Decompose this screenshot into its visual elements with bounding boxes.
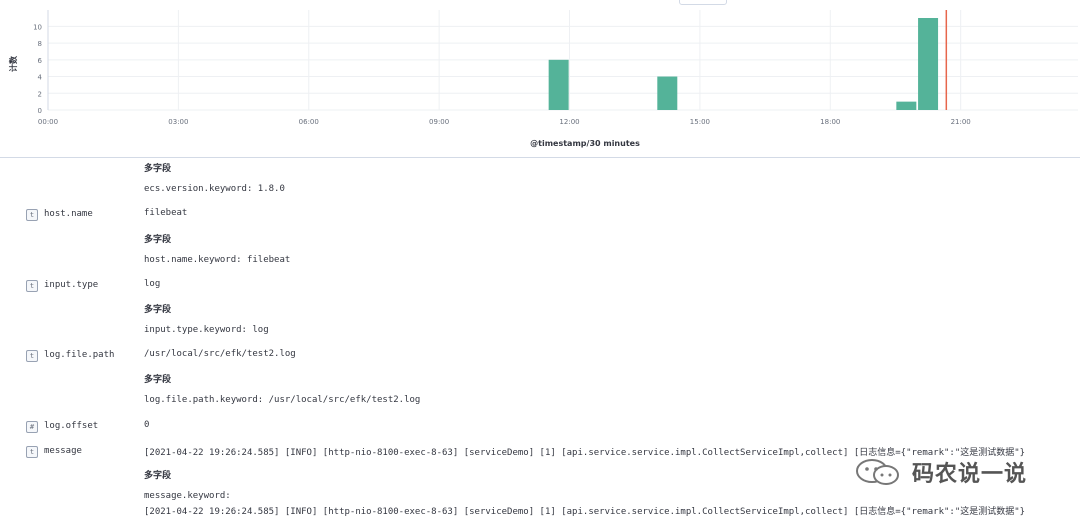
x-tick-label: 12:00 (559, 118, 579, 126)
number-type-icon: # (26, 421, 38, 433)
y-axis-label: 计数 (8, 55, 18, 72)
histogram-bar (657, 76, 678, 110)
multi-field-label: 多字段 (144, 164, 172, 174)
watermark-text: 码农说一说 (912, 462, 1028, 487)
y-tick-label: 2 (38, 90, 42, 98)
string-type-icon: t (26, 280, 38, 292)
field-value: 0 (144, 420, 150, 430)
multi-field-label: 多字段 (144, 235, 172, 245)
field-name[interactable]: input.type (44, 280, 98, 290)
field-name[interactable]: message (44, 446, 82, 456)
multi-field-label: 多字段 (144, 375, 172, 385)
x-tick-label: 18:00 (820, 118, 840, 126)
y-tick-label: 8 (38, 40, 42, 48)
histogram-svg: 0 2 4 6 8 10 00:00 03:00 06:00 09:00 12:00 15:00 18:… (8, 10, 1078, 148)
histogram-bar (918, 18, 939, 110)
x-tick-label: 03:00 (168, 118, 188, 126)
watermark: 码农说一说 (852, 456, 1027, 488)
x-tick-label: 15:00 (690, 118, 710, 126)
histogram-bar (896, 101, 917, 110)
keyword-value: ecs.version.keyword: 1.8.0 (144, 184, 285, 194)
string-type-icon: t (26, 350, 38, 362)
x-tick-label: 06:00 (299, 118, 319, 126)
multi-field-label: 多字段 (144, 305, 172, 315)
field-name[interactable]: log.offset (44, 421, 98, 431)
string-type-icon: t (26, 209, 38, 221)
x-tick-label: 09:00 (429, 118, 449, 126)
histogram-chart: 0 2 4 6 8 10 00:00 03:00 06:00 09:00 12:00 15:00 18:… (0, 0, 1080, 158)
keyword-value: input.type.keyword: log (144, 325, 269, 335)
multi-field-label: 多字段 (144, 471, 172, 481)
keyword-value: [2021-04-22 19:26:24.585] [INFO] [http-n… (144, 507, 1026, 517)
y-tick-label: 0 (38, 107, 42, 115)
y-tick-label: 6 (38, 57, 43, 65)
keyword-value: log.file.path.keyword: /usr/local/src/ef… (144, 395, 421, 405)
keyword-value: host.name.keyword: filebeat (144, 255, 291, 265)
string-type-icon: t (26, 446, 38, 458)
field-value: log (144, 279, 161, 289)
field-name[interactable]: host.name (44, 209, 93, 219)
keyword-label: message.keyword: (144, 491, 231, 501)
field-name[interactable]: log.file.path (44, 350, 114, 360)
histogram-bar (548, 59, 569, 110)
wechat-logo-icon (856, 459, 899, 485)
y-tick-label: 4 (38, 74, 43, 82)
y-tick-label: 10 (33, 23, 42, 31)
field-value: /usr/local/src/efk/test2.log (144, 349, 296, 359)
x-tick-label: 00:00 (38, 118, 58, 126)
field-value: filebeat (144, 208, 188, 218)
x-axis-label: @timestamp/30 minutes (530, 139, 640, 148)
x-tick-label: 21:00 (951, 118, 971, 126)
